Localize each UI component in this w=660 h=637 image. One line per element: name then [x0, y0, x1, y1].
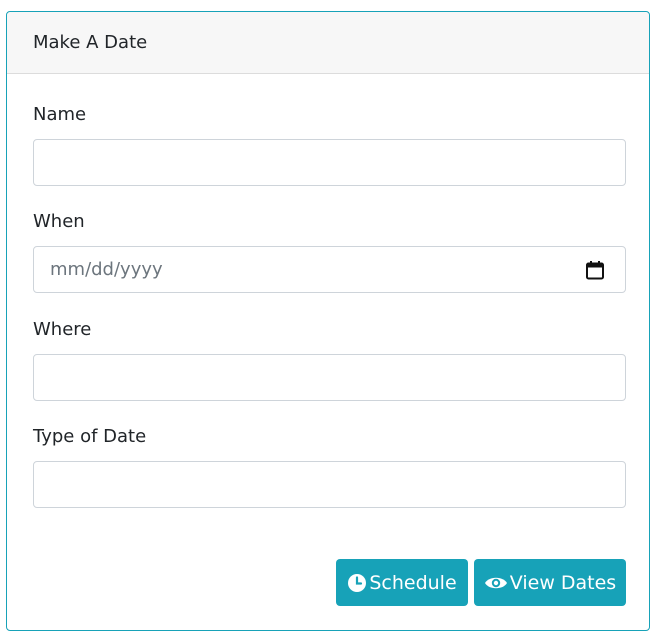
view-dates-button-label: View Dates [509, 571, 617, 594]
make-a-date-card: Make A Date [6, 11, 650, 631]
schedule-button[interactable]: Schedule [336, 559, 468, 606]
date-placeholder: mm/dd/yyyy [50, 259, 163, 280]
eye-icon [484, 577, 507, 588]
card-header: Make A Date [7, 12, 649, 74]
name-input[interactable] [33, 139, 626, 186]
name-label: Name [33, 104, 87, 125]
card-title: Make A Date [33, 32, 148, 53]
where-input[interactable] [33, 354, 626, 401]
schedule-button-label: Schedule [369, 571, 457, 594]
calendar-icon[interactable] [585, 260, 605, 280]
clock-icon [348, 573, 367, 592]
view-dates-button[interactable]: View Dates [474, 559, 626, 606]
where-label: Where [33, 319, 92, 340]
type-of-date-label: Type of Date [33, 426, 147, 447]
date-input[interactable]: mm/dd/yyyy [33, 246, 626, 293]
type-of-date-input[interactable] [33, 461, 626, 508]
when-label: When [33, 211, 85, 232]
